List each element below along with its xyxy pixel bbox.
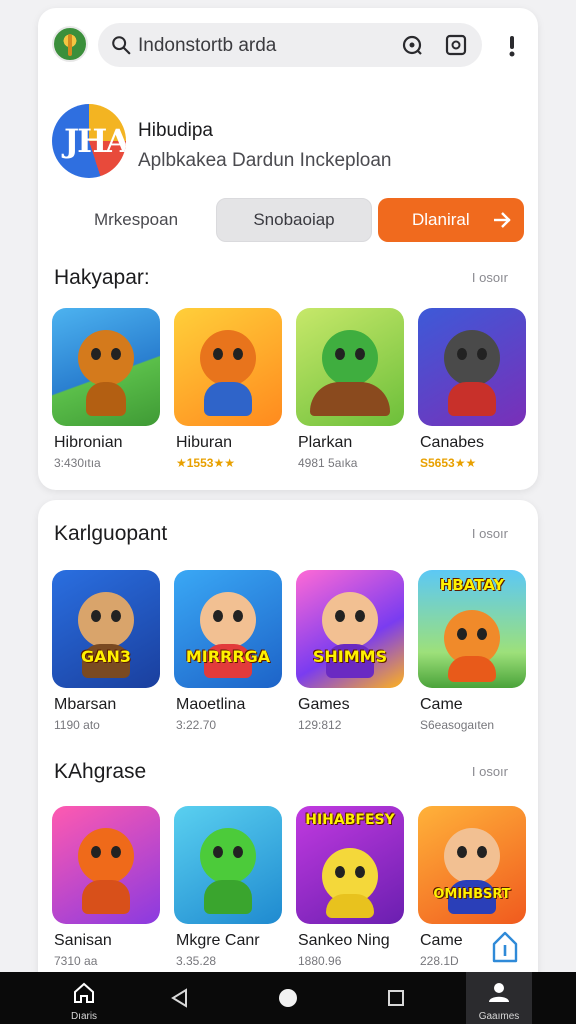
app-subtitle: Aplbkakea Dardun Inckeploan	[138, 150, 392, 171]
app-meta: 3.35.28	[176, 954, 217, 968]
back-icon	[171, 988, 187, 1008]
download-button-label: Dlaniral	[412, 210, 470, 229]
tertiary-button[interactable]: Snobaoiap	[216, 198, 372, 242]
nav-home-label: Dıaris	[70, 1011, 98, 1022]
app-tile[interactable]: Hibronian 3:430ıtıa	[52, 308, 160, 476]
see-all-link[interactable]: I osoır	[472, 526, 508, 541]
app-tile[interactable]: HIHABFESY Sankeo Ning 1880.96	[296, 806, 404, 974]
alert-icon[interactable]	[502, 32, 522, 60]
recents-icon	[388, 990, 404, 1006]
game-badge: GAN3	[80, 647, 132, 666]
app-thumbnail: HBATAY	[418, 570, 526, 688]
nav-home-circle[interactable]	[268, 972, 308, 1024]
app-tile[interactable]: Plarkan 4981 5aıka	[296, 308, 404, 476]
search-icon	[112, 36, 131, 55]
app-name: Hibudipa	[138, 120, 213, 141]
arrow-icon	[494, 212, 511, 228]
app-thumbnail	[52, 806, 160, 924]
app-thumbnail	[174, 308, 282, 426]
search-input[interactable]: Indonstortb arda	[138, 35, 276, 57]
nav-recents[interactable]	[376, 972, 416, 1024]
app-tile[interactable]: HBATAY Came S6easogaıten	[418, 570, 526, 738]
app-meta: 228.1D	[420, 954, 459, 968]
app-thumbnail: OMIHBSRT	[418, 806, 526, 924]
game-badge: HIHABFESY	[305, 812, 395, 828]
app-name: Maoetlina	[176, 696, 246, 713]
bottom-card: Karlguopant I osoır GAN3 Mbarsan 1190 at…	[38, 500, 538, 980]
app-row: GAN3 Mbarsan 1190 ato MIRRRGA Maoetlina …	[52, 570, 532, 740]
app-name: Canabes	[420, 434, 485, 451]
app-thumbnail: GAN3	[52, 570, 160, 688]
nav-profile[interactable]: Gaaımes	[466, 972, 532, 1024]
app-rating: ★1553★★	[176, 456, 235, 470]
see-all-link[interactable]: I osoır	[472, 270, 508, 285]
app-meta: 3:22.70	[176, 718, 217, 732]
home-circle-icon	[279, 989, 297, 1007]
app-name: Mkgre Canr	[176, 932, 260, 949]
app-rating: S5653★★	[420, 456, 477, 470]
app-tile[interactable]: Mkgre Canr 3.35.28	[174, 806, 282, 974]
app-header: JHA Hibudipa Aplbkakea Dardun Inckeploan	[52, 104, 522, 184]
app-name: Sankeo Ning	[298, 932, 390, 949]
section-title: Karlguopant	[54, 522, 168, 545]
section-title: KAhgrase	[54, 760, 147, 783]
app-name: Plarkan	[298, 434, 353, 451]
app-thumbnail	[174, 806, 282, 924]
app-thumbnail: MIRRRGA	[174, 570, 282, 688]
app-name: Sanisan	[54, 932, 112, 949]
app-meta: 1880.96	[298, 954, 342, 968]
section-title: Hakyapar:	[54, 266, 150, 289]
app-tile[interactable]: Canabes S5653★★	[418, 308, 526, 476]
game-badge: HBATAY	[439, 576, 505, 594]
profile-icon	[489, 983, 509, 1002]
nav-profile-label: Gaaımes	[478, 1011, 520, 1022]
app-tile[interactable]: MIRRRGA Maoetlina 3:22.70	[174, 570, 282, 738]
mic-icon[interactable]	[400, 33, 424, 57]
game-badge: MIRRRGA	[185, 647, 271, 666]
app-meta: 3:430ıtıa	[54, 456, 101, 470]
home-icon	[74, 982, 94, 1003]
search-bar[interactable]: Indonstortb arda	[98, 23, 482, 67]
info-icon[interactable]	[490, 930, 520, 964]
app-meta: 1190 ato	[54, 718, 100, 732]
game-badge: SHIMMS	[312, 647, 388, 666]
app-thumbnail	[52, 308, 160, 426]
avatar[interactable]	[52, 26, 88, 62]
app-row: Sanisan 7310 aa Mkgre Canr 3.35.28 HIHAB…	[52, 806, 532, 976]
app-meta: 129:812	[298, 718, 342, 732]
app-name: Hiburan	[176, 434, 233, 451]
app-name: Games	[298, 696, 350, 713]
app-meta: 7310 aa	[54, 954, 98, 968]
nav-home[interactable]: Dıaris	[52, 972, 116, 1024]
app-row: Hibronian 3:430ıtıa Hiburan ★1553★★ Plar…	[52, 308, 532, 478]
download-button[interactable]: Dlaniral	[378, 198, 524, 242]
nav-back[interactable]	[160, 972, 200, 1024]
see-all-link[interactable]: I osoır	[472, 764, 508, 779]
app-thumbnail: SHIMMS	[296, 570, 404, 688]
app-meta: 4981 5aıka	[298, 456, 358, 470]
app-thumbnail	[418, 308, 526, 426]
app-thumbnail	[296, 308, 404, 426]
secondary-button[interactable]: Mrkespoan	[56, 198, 216, 242]
bottom-nav: Dıaris Gaaımes	[0, 972, 576, 1024]
camera-lens-icon[interactable]	[444, 33, 468, 57]
app-logo: JHA	[52, 104, 126, 178]
game-badge: OMIHBSRT	[433, 887, 511, 902]
app-tile[interactable]: Sanisan 7310 aa	[52, 806, 160, 974]
app-name: Came	[420, 932, 463, 949]
app-name: Came	[420, 696, 463, 713]
top-bar: Indonstortb arda	[50, 20, 526, 74]
app-thumbnail: HIHABFESY	[296, 806, 404, 924]
app-name: Mbarsan	[54, 696, 117, 713]
app-tile[interactable]: SHIMMS Games 129:812	[296, 570, 404, 738]
app-tile[interactable]: Hiburan ★1553★★	[174, 308, 282, 476]
app-name: Hibronian	[54, 434, 123, 451]
app-meta: S6easogaıten	[420, 718, 495, 732]
app-tile[interactable]: GAN3 Mbarsan 1190 ato	[52, 570, 160, 738]
top-card: Indonstortb arda JHA Hibudipa Aplbkakea …	[38, 8, 538, 490]
